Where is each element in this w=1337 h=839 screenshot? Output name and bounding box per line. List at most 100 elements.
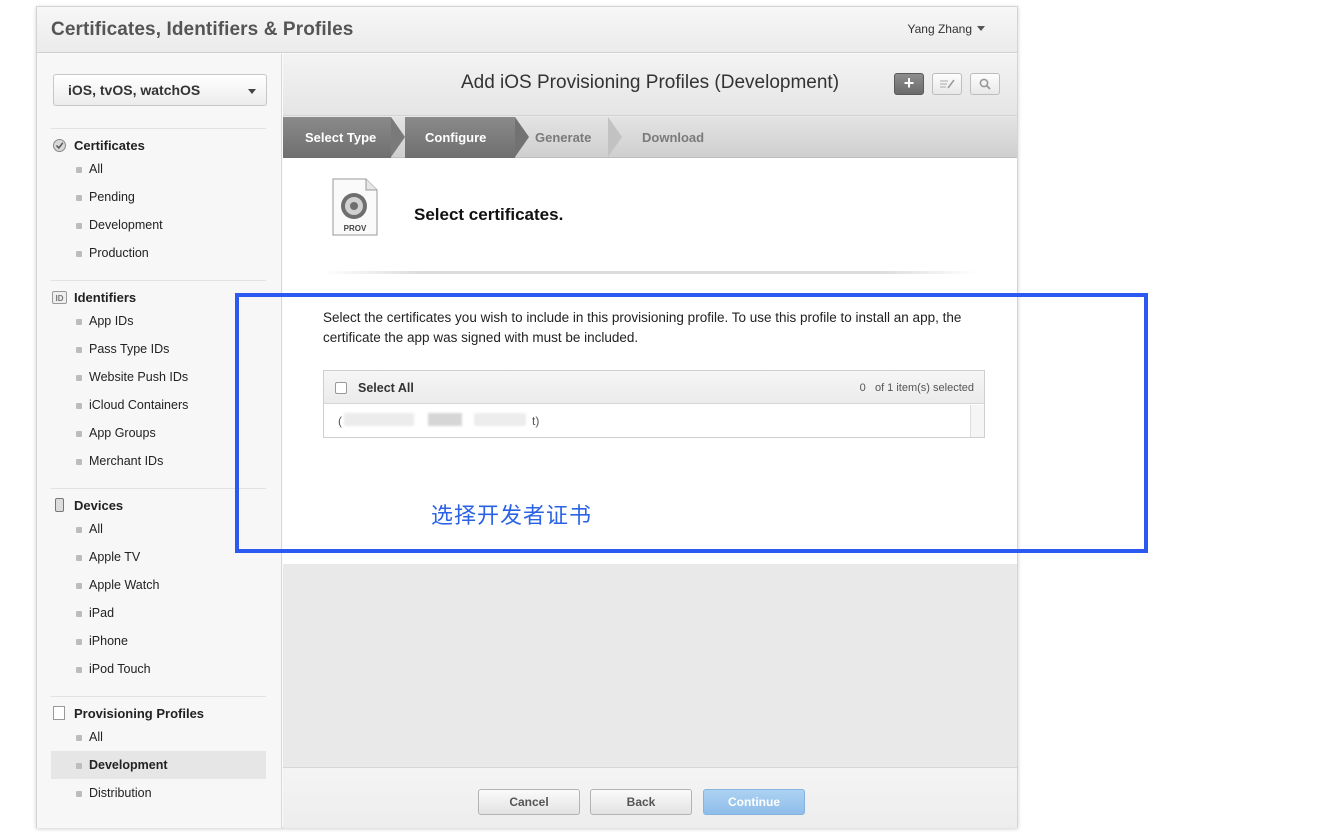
sidebar-item-label: App IDs — [89, 314, 134, 328]
chevron-down-icon — [248, 89, 256, 94]
redacted-text — [428, 413, 462, 426]
sidebar-item-certificates-pending[interactable]: Pending — [51, 183, 266, 211]
sidebar-item-pass-type-ids[interactable]: Pass Type IDs — [51, 335, 266, 363]
step-separator — [608, 117, 622, 157]
sidebar-item-label: Pending — [89, 190, 135, 204]
continue-button[interactable]: Continue — [703, 789, 805, 815]
sidebar: iOS, tvOS, watchOS Certificates All Pend… — [37, 54, 282, 828]
prov-icon-label: PROV — [344, 224, 367, 233]
sidebar-item-label: Apple TV — [89, 550, 141, 564]
section-header-certificates[interactable]: Certificates — [51, 129, 266, 155]
platform-select[interactable]: iOS, tvOS, watchOS — [53, 74, 267, 106]
sidebar-item-apple-tv[interactable]: Apple TV — [51, 543, 266, 571]
bullet-icon — [76, 459, 82, 465]
step-label: Generate — [535, 130, 592, 145]
search-icon — [979, 78, 991, 90]
sidebar-item-certificates-all[interactable]: All — [51, 155, 266, 183]
footer-bar: Cancel Back Continue — [283, 767, 1017, 828]
section-header-devices[interactable]: Devices — [51, 489, 266, 515]
step-separator — [391, 117, 405, 157]
section-certificates: Certificates All Pending Development Pro… — [51, 129, 266, 267]
sidebar-item-label: All — [89, 162, 103, 176]
sidebar-item-label: Development — [89, 758, 168, 772]
step-label: Configure — [425, 130, 487, 145]
sidebar-item-label: Apple Watch — [89, 578, 160, 592]
section-header-identifiers[interactable]: ID Identifiers — [51, 281, 266, 307]
sidebar-item-label: App Groups — [89, 426, 156, 440]
bullet-icon — [76, 195, 82, 201]
sidebar-item-website-push-ids[interactable]: Website Push IDs — [51, 363, 266, 391]
id-icon: ID — [52, 291, 67, 304]
bullet-icon — [76, 251, 82, 257]
section-title: Select certificates. — [414, 205, 564, 224]
section-title: Certificates — [74, 138, 145, 153]
sidebar-item-devices-all[interactable]: All — [51, 515, 266, 543]
section-title: Identifiers — [74, 290, 137, 305]
table-row[interactable]: ( t) — [324, 405, 970, 437]
main-header: Add iOS Provisioning Profiles (Developme… — [283, 54, 1017, 116]
scrollbar[interactable] — [970, 405, 984, 437]
user-menu[interactable]: Yang Zhang — [908, 22, 985, 36]
annotation-label: 选择开发者证书 — [431, 503, 593, 528]
sidebar-item-label: Production — [89, 246, 149, 260]
edit-button[interactable] — [932, 73, 962, 95]
sidebar-item-certificates-production[interactable]: Production — [51, 239, 266, 267]
bullet-icon — [76, 223, 82, 229]
select-all-checkbox[interactable] — [335, 382, 347, 394]
sidebar-item-app-ids[interactable]: App IDs — [51, 307, 266, 335]
sidebar-item-ipad[interactable]: iPad — [51, 599, 266, 627]
cancel-button[interactable]: Cancel — [478, 789, 580, 815]
bullet-icon — [76, 319, 82, 325]
redacted-text — [474, 413, 526, 426]
bullet-icon — [76, 639, 82, 645]
select-all-label[interactable]: Select All — [358, 381, 414, 395]
app-title: Certificates, Identifiers & Profiles — [51, 19, 354, 40]
sidebar-item-icloud-containers[interactable]: iCloud Containers — [51, 391, 266, 419]
document-icon — [53, 706, 65, 720]
sidebar-item-merchant-ids[interactable]: Merchant IDs — [51, 447, 266, 475]
step-label: Select Type — [305, 130, 377, 145]
app-window: Certificates, Identifiers & Profiles Yan… — [36, 6, 1018, 828]
add-button[interactable]: + — [894, 73, 924, 95]
description-text: Select the certificates you wish to incl… — [323, 310, 962, 345]
top-bar: Certificates, Identifiers & Profiles Yan… — [37, 7, 1017, 53]
sidebar-item-profiles-all[interactable]: All — [51, 723, 266, 751]
selected-count-suffix: of 1 item(s) selected — [874, 382, 974, 394]
sidebar-item-label: iPod Touch — [89, 662, 151, 676]
step-download: Download — [642, 117, 752, 158]
step-select-type: Select Type — [283, 117, 391, 158]
step-separator — [515, 117, 529, 157]
selected-count-value: 0 — [859, 382, 866, 394]
plus-icon: + — [903, 73, 915, 93]
sidebar-item-ipod-touch[interactable]: iPod Touch — [51, 655, 266, 683]
bullet-icon — [76, 583, 82, 589]
edit-icon — [940, 79, 955, 89]
sidebar-item-certificates-development[interactable]: Development — [51, 211, 266, 239]
sidebar-item-label: Distribution — [89, 786, 152, 800]
bullet-icon — [76, 527, 82, 533]
sidebar-item-label: iPhone — [89, 634, 128, 648]
bullet-icon — [76, 611, 82, 617]
sidebar-item-app-groups[interactable]: App Groups — [51, 419, 266, 447]
bullet-icon — [76, 791, 82, 797]
sidebar-item-label: Merchant IDs — [89, 454, 164, 468]
chevron-down-icon — [977, 26, 985, 31]
sidebar-item-profiles-development[interactable]: Development — [51, 751, 266, 779]
platform-select-value: iOS, tvOS, watchOS — [68, 82, 201, 98]
sidebar-item-iphone[interactable]: iPhone — [51, 627, 266, 655]
sidebar-item-apple-watch[interactable]: Apple Watch — [51, 571, 266, 599]
section-title: Provisioning Profiles — [74, 706, 205, 721]
search-button[interactable] — [970, 73, 1000, 95]
wizard-steps: Select Type Configure Generate Download — [283, 117, 1017, 158]
sidebar-item-label: Development — [89, 218, 163, 232]
divider — [323, 271, 977, 274]
section-header-provisioning-profiles[interactable]: Provisioning Profiles — [51, 697, 266, 723]
sidebar-item-label: All — [89, 730, 103, 744]
sidebar-item-label: iCloud Containers — [89, 398, 189, 412]
bullet-icon — [76, 667, 82, 673]
section-title: Devices — [74, 498, 124, 513]
back-button[interactable]: Back — [590, 789, 692, 815]
sidebar-item-profiles-distribution[interactable]: Distribution — [51, 779, 266, 807]
section-devices: Devices All Apple TV Apple Watch iPad iP… — [51, 489, 266, 683]
provisioning-profile-icon: PROV — [332, 178, 378, 236]
